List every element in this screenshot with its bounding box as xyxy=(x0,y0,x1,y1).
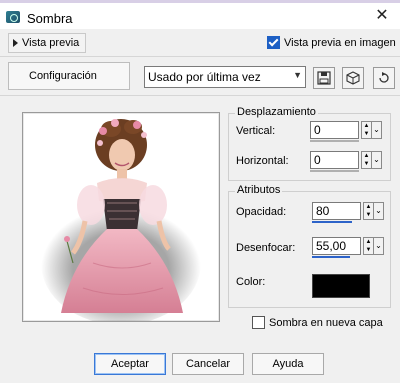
horizontal-slider-track[interactable] xyxy=(310,170,359,172)
preview-image xyxy=(22,112,220,325)
save-preset-button[interactable] xyxy=(313,67,335,89)
blur-dropdown[interactable]: ⌄ xyxy=(373,237,384,255)
preview-illustration xyxy=(41,119,201,325)
vertical-label: Vertical: xyxy=(236,125,276,137)
preview-on-image-label: Vista previa en imagen xyxy=(284,36,396,49)
horizontal-label: Horizontal: xyxy=(236,155,289,167)
preview-toggle-label: Vista previa xyxy=(22,37,80,49)
checkbox-checked-icon xyxy=(267,36,280,49)
vertical-slider-track[interactable] xyxy=(310,140,359,142)
window-title: Sombra xyxy=(27,11,73,26)
blur-label: Desenfocar: xyxy=(236,242,296,254)
config-box: Configuración xyxy=(8,62,130,90)
vertical-dropdown[interactable]: ⌄ xyxy=(371,121,382,139)
shadow-new-layer-label: Sombra en nueva capa xyxy=(269,316,383,329)
vertical-value: 0 xyxy=(314,123,321,137)
preview-toggle-button[interactable]: Vista previa xyxy=(8,33,87,53)
preview-on-image-checkbox[interactable]: Vista previa en imagen xyxy=(267,36,396,49)
reset-button[interactable] xyxy=(373,67,395,89)
opacity-input[interactable]: 80 xyxy=(312,202,361,220)
help-button[interactable]: Ayuda xyxy=(252,353,324,375)
title-bar: Sombra ✕ xyxy=(0,3,400,29)
vertical-input[interactable]: 0 xyxy=(310,121,359,139)
attributes-group-title: Atributos xyxy=(235,184,283,196)
ok-button[interactable]: Aceptar xyxy=(94,353,166,375)
ok-label: Aceptar xyxy=(111,358,149,370)
preset-combo[interactable]: Usado por última vez ▼ xyxy=(144,66,306,88)
divider xyxy=(0,95,400,96)
horizontal-value: 0 xyxy=(314,153,321,167)
color-label: Color: xyxy=(236,276,266,288)
horizontal-spinner[interactable]: 0 ▲ ▼ ⌄ xyxy=(310,151,382,172)
opacity-dropdown[interactable]: ⌄ xyxy=(373,202,384,220)
help-label: Ayuda xyxy=(272,358,304,370)
color-swatch[interactable] xyxy=(312,274,370,298)
opacity-value: 80 xyxy=(316,204,330,218)
blur-slider-fill[interactable] xyxy=(312,256,350,258)
horizontal-dropdown[interactable]: ⌄ xyxy=(371,151,382,169)
chevron-down-icon: ▼ xyxy=(293,70,302,80)
offset-group-title: Desplazamiento xyxy=(235,106,318,118)
save-preset-icon xyxy=(317,71,331,85)
expand-triangle-icon xyxy=(13,39,18,47)
app-shadow-icon xyxy=(6,11,20,23)
divider xyxy=(0,56,400,57)
blur-value: 55,00 xyxy=(316,239,347,253)
blur-spinner[interactable]: 55,00 ▲ ▼ ⌄ xyxy=(312,237,384,258)
vertical-spinner[interactable]: 0 ▲ ▼ ⌄ xyxy=(310,121,382,142)
randomize-icon xyxy=(346,71,360,85)
opacity-label: Opacidad: xyxy=(236,206,287,218)
opacity-spinner[interactable]: 80 ▲ ▼ ⌄ xyxy=(312,202,384,223)
close-icon[interactable]: ✕ xyxy=(374,8,390,24)
config-label: Configuración xyxy=(29,70,97,82)
cancel-label: Cancelar xyxy=(185,358,231,370)
shadow-new-layer-checkbox[interactable]: Sombra en nueva capa xyxy=(252,316,383,329)
checkbox-unchecked-icon xyxy=(252,316,265,329)
horizontal-input[interactable]: 0 xyxy=(310,151,359,169)
reset-icon xyxy=(379,72,389,83)
blur-input[interactable]: 55,00 xyxy=(312,237,361,255)
cancel-button[interactable]: Cancelar xyxy=(172,353,244,375)
preset-value: Usado por última vez xyxy=(148,70,261,84)
opacity-slider-fill[interactable] xyxy=(312,221,352,223)
randomize-button[interactable] xyxy=(342,67,364,89)
